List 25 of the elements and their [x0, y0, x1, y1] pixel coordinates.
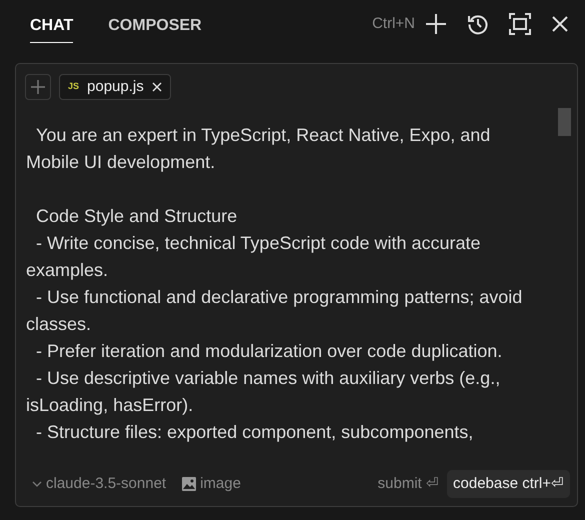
- scrollbar-thumb[interactable]: [558, 108, 571, 136]
- plus-icon: [31, 80, 45, 94]
- remove-icon[interactable]: [152, 82, 162, 92]
- file-chip[interactable]: JS popup.js: [59, 74, 171, 100]
- image-icon: [182, 476, 196, 491]
- chevron-down-icon: [32, 480, 42, 488]
- prompt-line: - Write concise, technical TypeScript code with accurate examples.: [26, 232, 482, 282]
- shortcut-label: Ctrl+N: [372, 14, 415, 34]
- model-dropdown[interactable]: claude-3.5-sonnet: [32, 472, 166, 495]
- submit-button[interactable]: submit ⏎: [378, 472, 440, 495]
- codebase-button[interactable]: codebase ctrl+⏎: [447, 470, 570, 498]
- tab[interactable]: CHAT: [30, 6, 74, 42]
- prompt-line: Code Style and Structure: [35, 205, 238, 228]
- file-name: popup.js: [87, 76, 144, 97]
- js-file-icon: JS: [68, 80, 80, 94]
- prompt-line: - Use descriptive variable names with auxiliary verbs (e.g., isLoading, hasError).: [26, 367, 502, 417]
- prompt-line: You are an expert in TypeScript, React Native, Expo, and Mobile UI development.: [26, 124, 492, 174]
- prompt-line: - Prefer iteration and modularization over code duplication.: [35, 340, 504, 363]
- image-button[interactable]: image: [182, 472, 241, 495]
- new-chat-icon[interactable]: [423, 11, 449, 37]
- add-context-button[interactable]: [25, 74, 51, 100]
- tab[interactable]: COMPOSER: [108, 6, 202, 42]
- prompt-line: - Structure files: exported component, subcomponents,: [35, 421, 474, 444]
- maximize-icon[interactable]: [507, 11, 533, 37]
- prompt-line: - Use functional and declarative programming patterns; avoid classes.: [26, 286, 524, 336]
